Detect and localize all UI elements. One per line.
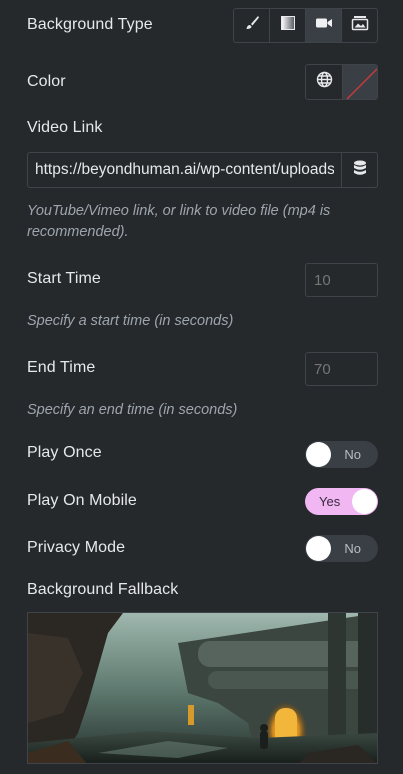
video-link-help: YouTube/Vimeo link, or link to video fil…: [27, 203, 331, 240]
play-on-mobile-toggle[interactable]: Yes: [305, 488, 378, 515]
background-type-label: Background Type: [27, 16, 153, 33]
background-video-button[interactable]: [306, 9, 342, 42]
slideshow-icon: [351, 15, 369, 36]
globe-icon: [316, 71, 333, 93]
play-once-toggle[interactable]: No: [305, 441, 378, 468]
database-icon: [353, 160, 367, 181]
toggle-knob: [352, 489, 377, 514]
color-label: Color: [27, 73, 66, 90]
video-camera-icon: [315, 16, 333, 35]
background-slideshow-button[interactable]: [342, 9, 377, 42]
toggle-knob: [306, 442, 331, 467]
start-time-label: Start Time: [27, 270, 101, 287]
brush-icon: [244, 15, 260, 36]
background-fallback-image[interactable]: [27, 612, 378, 764]
video-link-input[interactable]: [28, 153, 341, 187]
end-time-label: End Time: [27, 359, 96, 376]
video-link-label: Video Link: [27, 119, 103, 136]
play-once-label: Play Once: [27, 444, 102, 461]
privacy-mode-state: No: [344, 541, 361, 556]
play-on-mobile-label: Play On Mobile: [27, 492, 137, 509]
privacy-mode-label: Privacy Mode: [27, 539, 126, 556]
end-time-help: Specify an end time (in seconds): [27, 402, 238, 418]
privacy-mode-toggle[interactable]: No: [305, 535, 378, 562]
color-control: [305, 64, 378, 100]
background-gradient-button[interactable]: [270, 9, 306, 42]
end-time-input[interactable]: [305, 352, 378, 386]
background-type-control: [233, 8, 378, 43]
start-time-help: Specify a start time (in seconds): [27, 313, 234, 329]
play-once-state: No: [344, 447, 361, 462]
background-fallback-label: Background Fallback: [27, 581, 179, 598]
background-classic-button[interactable]: [234, 9, 270, 42]
play-on-mobile-state: Yes: [319, 494, 341, 509]
global-colors-button[interactable]: [306, 65, 343, 99]
toggle-knob: [306, 536, 331, 561]
start-time-input[interactable]: [305, 263, 378, 297]
color-swatch-button[interactable]: [343, 65, 377, 99]
gradient-icon: [280, 15, 296, 36]
video-link-field: [27, 152, 378, 188]
dynamic-tags-button[interactable]: [341, 153, 377, 187]
